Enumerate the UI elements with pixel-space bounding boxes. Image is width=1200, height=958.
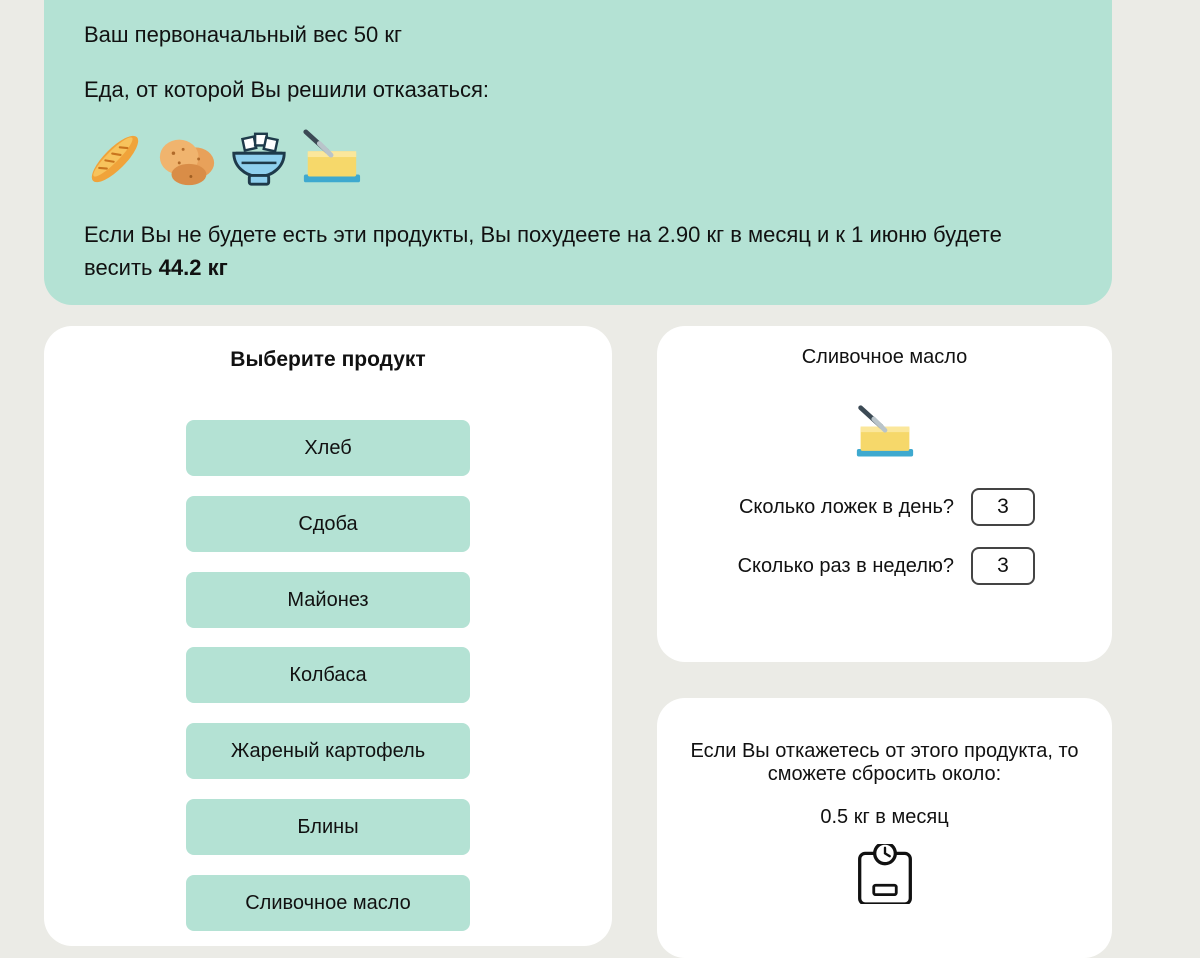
- weight-loss-value: 0.5 кг в месяц: [820, 806, 949, 828]
- rejected-foods-label: Еда, от которой Вы решили отказаться:: [84, 77, 490, 102]
- product-button-pastry[interactable]: Сдоба: [186, 496, 470, 552]
- times-per-week-row: Сколько раз в неделю?: [657, 547, 1112, 587]
- times-per-week-label: Сколько раз в неделю?: [737, 555, 954, 577]
- potato-icon: [159, 139, 215, 186]
- weight-loss-panel: Если Вы откажетесь от этого продукта, то…: [657, 698, 1112, 958]
- result-text: Если Вы не будете есть эти продукты, Вы …: [84, 218, 1072, 284]
- result-weight: 44.2 кг: [158, 255, 228, 280]
- product-button-mayonnaise[interactable]: Майонез: [186, 572, 470, 628]
- times-per-week-input[interactable]: [971, 547, 1035, 585]
- selected-product-name: Сливочное масло: [801, 346, 968, 368]
- chooser-title: Выберите продукт: [230, 348, 426, 371]
- product-button-pancakes[interactable]: Блины: [186, 799, 470, 855]
- product-button-butter[interactable]: Сливочное масло: [186, 875, 470, 931]
- product-button-sausage[interactable]: Колбаса: [186, 647, 470, 703]
- sugar-bowl-icon: [232, 132, 286, 186]
- weight-loss-text: Если Вы откажетесь от этого продукта, то…: [690, 740, 1079, 785]
- product-detail-panel: Сливочное масло Сколько ложек в день? Ск…: [657, 326, 1112, 662]
- bread-icon: [91, 135, 139, 183]
- summary-panel: Ваш первоначальный вес 50 кг Еда, от кот…: [44, 0, 1112, 305]
- product-button-bread[interactable]: Хлеб: [186, 420, 470, 476]
- product-chooser-panel: Выберите продукт Хлеб Сдоба Майонез Колб…: [44, 326, 612, 946]
- butter-icon: [856, 405, 914, 457]
- spoons-per-day-row: Сколько ложек в день?: [657, 488, 1112, 528]
- spoons-per-day-label: Сколько ложек в день?: [738, 496, 954, 518]
- scale-icon: [858, 844, 912, 904]
- butter-icon: [303, 129, 361, 183]
- product-button-fried-potatoes[interactable]: Жареный картофель: [186, 723, 470, 779]
- initial-weight-text: Ваш первоначальный вес 50 кг: [84, 22, 403, 47]
- spoons-per-day-input[interactable]: [971, 488, 1035, 526]
- rejected-foods-list: [84, 128, 1072, 190]
